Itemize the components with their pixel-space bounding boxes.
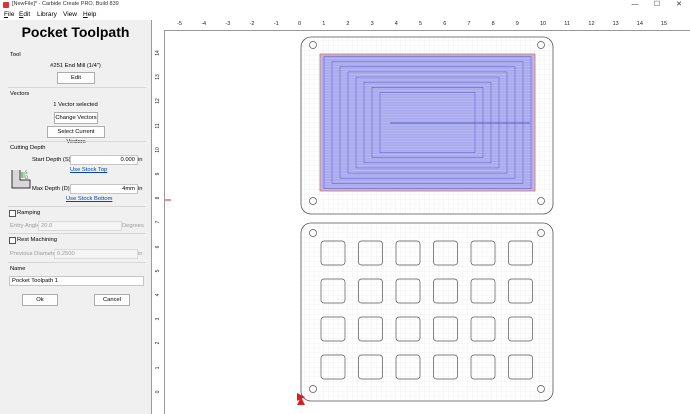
ruler-x-tick: 2 [346, 21, 350, 27]
ruler-y-tick: 10 [155, 147, 161, 153]
ruler-x-tick: 4 [394, 21, 398, 27]
ruler-x-tick: 5 [419, 21, 423, 27]
ruler-y-tick: 5 [155, 269, 161, 273]
name-section-label: Name [10, 266, 26, 272]
window-title: [NewFile]* - Carbide Create PRO, Build 8… [12, 1, 119, 7]
menu-file[interactable]: File [4, 11, 15, 18]
ruler-x-tick: 7 [467, 21, 471, 27]
select-current-vectors-button[interactable]: Select Current Vectors [47, 126, 105, 145]
title-bar: [NewFile]* - Carbide Create PRO, Build 8… [0, 0, 690, 10]
use-stock-bottom-link[interactable]: Use Stock Bottom [66, 196, 112, 202]
minimize-button[interactable]: — [624, 0, 646, 10]
ramping-checkbox[interactable] [9, 210, 16, 217]
divider [8, 141, 146, 142]
tool-name: #251 End Mill (1/4") [50, 63, 101, 69]
ok-button[interactable]: Ok [22, 294, 58, 306]
divider [8, 87, 146, 88]
rest-machining-checkbox[interactable] [9, 237, 16, 244]
ruler-x-tick: -5 [177, 21, 182, 27]
start-depth-unit: in [138, 157, 143, 163]
ruler-y-tick: 13 [155, 74, 161, 80]
ruler-y-tick: 3 [155, 317, 161, 321]
ramping-label: Ramping [17, 210, 41, 216]
ruler-y-tick: 14 [155, 50, 161, 56]
ruler-y-tick: 7 [155, 221, 161, 224]
ruler-x-tick: 13 [612, 21, 619, 27]
divider [8, 262, 146, 263]
toolpath-name-input[interactable]: Pocket Toolpath 1 [9, 276, 144, 286]
ruler-x-tick: 12 [588, 21, 595, 27]
bottom-stock-plate[interactable] [300, 222, 554, 402]
horizontal-ruler: -5 -4 -3 -2 -1 0 1 2 3 4 5 6 7 8 9 10 11 12 13 14 15 [152, 20, 690, 31]
menu-library[interactable]: Library [37, 11, 57, 18]
ruler-x-tick: 1 [322, 21, 326, 27]
ruler-x-tick: 14 [636, 21, 643, 27]
entry-angle-unit: Degrees [122, 223, 144, 229]
svg-text:D: D [25, 175, 28, 180]
max-depth-label: Max Depth (D) [32, 186, 70, 192]
ruler-x-tick: -4 [201, 21, 207, 27]
vectors-section-label: Vectors [10, 91, 30, 97]
entry-angle-label: Entry Angle [10, 223, 40, 229]
ruler-y-tick: 11 [155, 123, 161, 129]
previous-diameter-input[interactable]: 0.2500 [54, 249, 138, 259]
ruler-y-tick: 1 [155, 366, 161, 369]
design-canvas[interactable]: -5 -4 -3 -2 -1 0 1 2 3 4 5 6 7 8 9 10 11 12 13 14 15 14 13 12 1… [152, 20, 690, 414]
toolpath-panel: Pocket Toolpath Tool #251 End Mill (1/4"… [0, 20, 152, 414]
ruler-x-tick: 6 [443, 21, 447, 27]
menu-view[interactable]: View [63, 11, 77, 18]
cutting-depth-section-label: Cutting Depth [10, 145, 46, 151]
use-stock-top-link[interactable]: Use Stock Top [70, 167, 107, 173]
ruler-x-tick: 15 [661, 21, 668, 27]
rest-machining-label: Rest Machining [17, 237, 57, 243]
cut-depth-diagram-icon: S D [11, 170, 31, 189]
panel-title: Pocket Toolpath [21, 24, 130, 40]
ruler-x-tick: -3 [225, 21, 231, 27]
ruler-x-tick: -2 [249, 21, 255, 27]
edit-tool-button[interactable]: Edit [57, 72, 95, 84]
app-icon [3, 2, 9, 8]
ruler-y-tick: 12 [155, 98, 161, 105]
menu-help[interactable]: Help [83, 11, 96, 18]
vector-selection-count: 1 Vector selected [53, 102, 98, 108]
ruler-y-tick: 8 [155, 196, 161, 200]
max-depth-unit: in [138, 186, 143, 192]
menu-edit[interactable]: Edit [19, 11, 30, 18]
tool-section-label: Tool [10, 52, 21, 58]
entry-angle-input[interactable]: 20.0 [38, 221, 122, 231]
start-depth-input[interactable]: 0.000 [70, 155, 138, 165]
previous-diameter-label: Previous Diameter [10, 251, 58, 257]
pocket-region[interactable] [319, 53, 536, 192]
ruler-x-tick: -1 [273, 21, 279, 27]
ruler-y-tick: 6 [155, 245, 161, 248]
divider [8, 206, 146, 207]
ruler-x-tick: 10 [540, 21, 547, 27]
previous-diameter-unit: in [138, 251, 143, 257]
drawing-area[interactable] [165, 31, 690, 414]
ruler-y-tick: 4 [155, 293, 161, 297]
ruler-x-tick: 9 [515, 21, 519, 27]
divider [8, 233, 146, 234]
maximize-button[interactable]: ☐ [646, 0, 668, 10]
close-button[interactable]: ✕ [668, 0, 690, 10]
ruler-x-tick: 0 [298, 21, 302, 27]
cancel-button[interactable]: Cancel [94, 294, 130, 306]
vertical-ruler: 14 13 12 11 10 9 8 7 6 5 4 3 2 1 0 [152, 30, 165, 414]
change-vectors-button[interactable]: Change Vectors [54, 112, 98, 124]
ruler-y-tick: 9 [155, 172, 161, 176]
ruler-x-tick: 11 [564, 21, 570, 27]
max-depth-input[interactable]: 4mm [70, 184, 138, 194]
start-depth-label: Start Depth (S) [32, 157, 71, 163]
ruler-y-tick: 0 [155, 390, 161, 394]
ruler-x-tick: 3 [370, 21, 374, 27]
ruler-x-tick: 8 [491, 21, 495, 27]
ruler-y-tick: 2 [155, 342, 161, 345]
